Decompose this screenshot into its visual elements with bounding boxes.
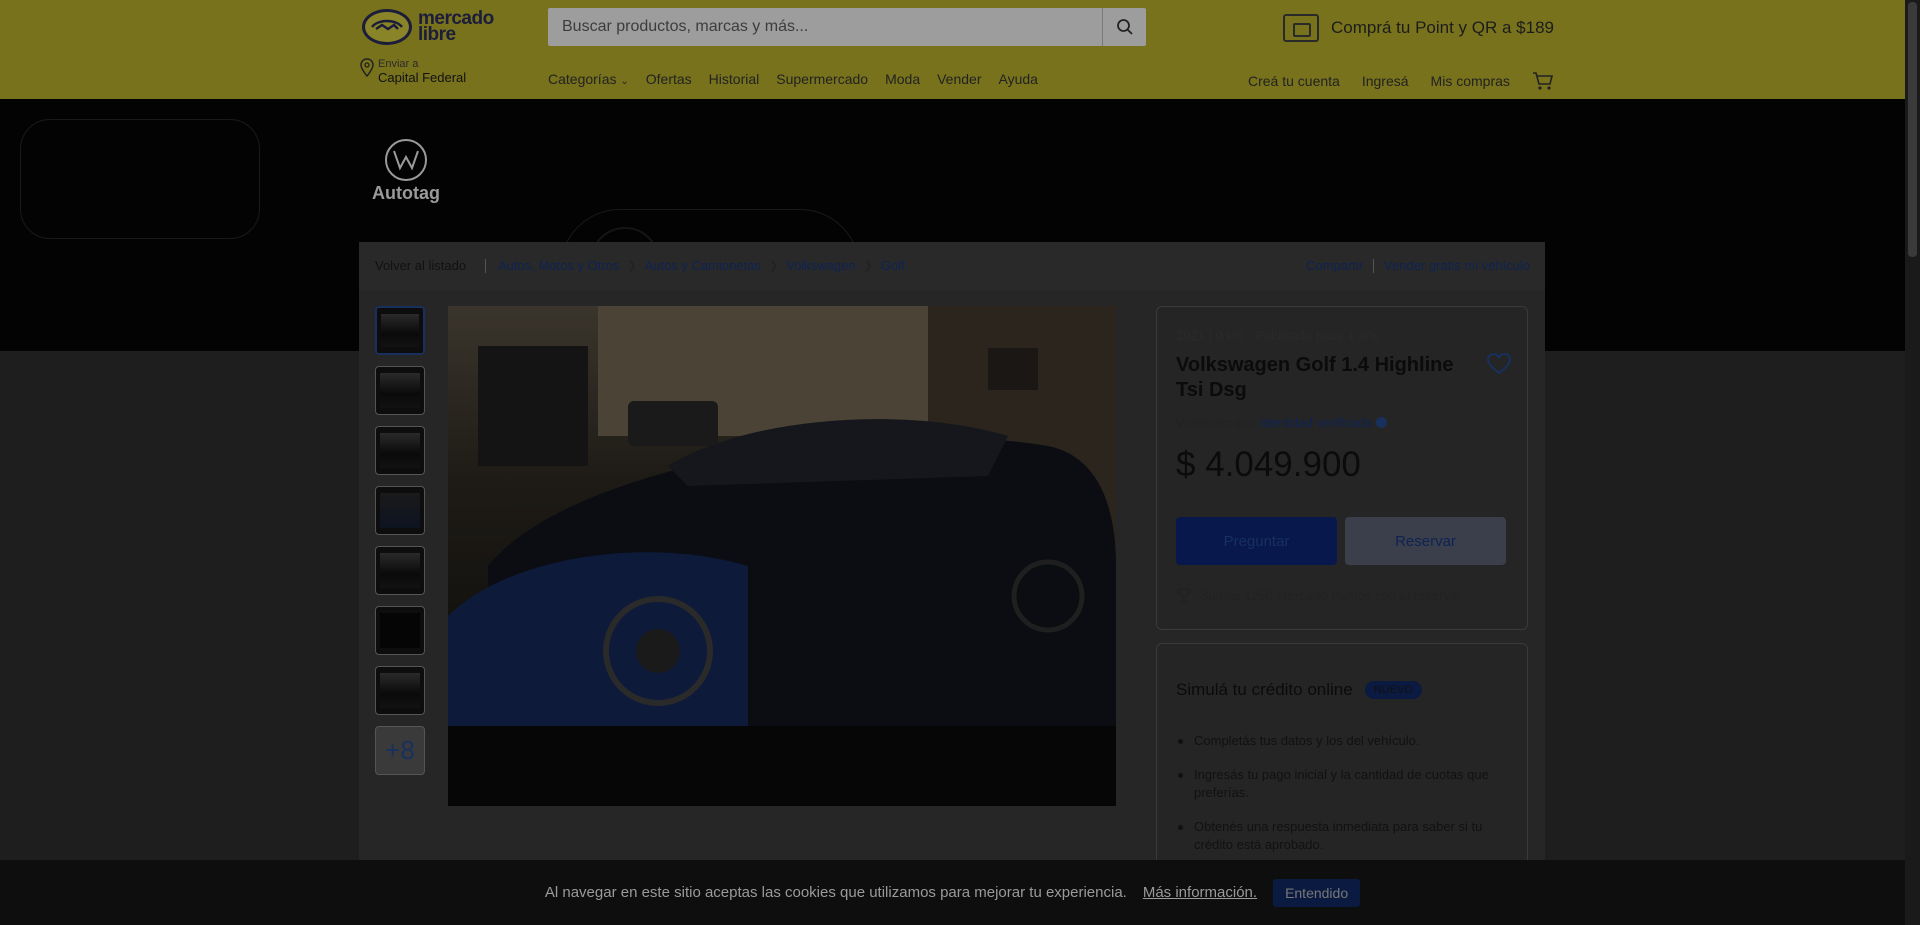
nav-ofertas[interactable]: Ofertas	[646, 71, 692, 87]
sell-vehicle-link[interactable]: Vender gratis mi vehículo	[1384, 258, 1530, 273]
verified-check-icon	[1376, 417, 1388, 428]
product-panel: 2021 | 0 km · Publicado hace 1 año Volks…	[1156, 306, 1528, 630]
thumbnail[interactable]	[375, 366, 425, 415]
search-button[interactable]	[1102, 8, 1146, 46]
cookie-more-info-link[interactable]: Más información.	[1143, 884, 1257, 901]
cookie-banner: Al navegar en este sitio aceptas las coo…	[0, 860, 1905, 925]
list-item: Completás tus datos y los del vehículo.	[1176, 732, 1496, 750]
breadcrumb-item[interactable]: Golf	[881, 258, 905, 273]
my-purchases-link[interactable]: Mis compras	[1431, 73, 1510, 89]
share-links: Compartir Vender gratis mi vehículo	[1306, 258, 1530, 273]
nav-supermercado[interactable]: Supermercado	[776, 71, 868, 87]
vendor-prefix: Vendedor con	[1176, 415, 1257, 430]
credit-steps: Completás tus datos y los del vehículo. …	[1176, 732, 1496, 870]
favorite-button[interactable]	[1486, 352, 1512, 380]
location-value: Capital Federal	[378, 70, 467, 85]
thumbnail[interactable]	[375, 306, 425, 355]
hero-decoration	[20, 119, 260, 239]
main-photo[interactable]	[448, 306, 1116, 806]
nav-vender[interactable]: Vender	[937, 71, 981, 87]
search-icon	[1116, 19, 1133, 35]
vw-logo-icon	[384, 139, 427, 181]
listing-container: Volver al listado Autos, Motos y Otros ❯…	[359, 242, 1545, 925]
cookie-accept-button[interactable]: Entendido	[1273, 878, 1361, 907]
reserve-button[interactable]: Reservar	[1345, 517, 1506, 565]
thumbnail[interactable]	[375, 666, 425, 715]
nav-moda[interactable]: Moda	[885, 71, 920, 87]
nav-categorias[interactable]: Categorías ⌄	[548, 71, 629, 87]
search-input[interactable]	[548, 8, 1102, 46]
divider	[1373, 258, 1375, 273]
chevron-right-icon: ❯	[768, 260, 779, 272]
breadcrumb-bar: Volver al listado Autos, Motos y Otros ❯…	[359, 242, 1545, 290]
car-photo	[448, 306, 1116, 806]
breadcrumb-item[interactable]: Autos y Camionetas	[645, 258, 761, 273]
location-label: Enviar a	[378, 58, 419, 70]
location-pin-icon	[360, 58, 374, 78]
mercadolibre-logo[interactable]: mercado libre	[362, 9, 500, 45]
credit-title: Simulá tu crédito online	[1176, 680, 1353, 699]
shipping-location[interactable]: Enviar a Capital Federal	[360, 58, 466, 85]
logo-text: mercado libre	[418, 8, 494, 45]
trophy-icon	[1176, 588, 1192, 602]
listing-year: 2021	[1176, 328, 1205, 343]
list-item: Ingresás tu pago inicial y la cantidad d…	[1176, 766, 1496, 802]
thumbnail-list: +8	[375, 306, 425, 775]
chevron-right-icon: ❯	[627, 260, 637, 272]
breadcrumb: Autos, Motos y Otros ❯ Autos y Camioneta…	[485, 258, 905, 273]
nav-historial[interactable]: Historial	[709, 71, 760, 87]
cart-icon[interactable]	[1532, 71, 1554, 91]
ask-button[interactable]: Preguntar	[1176, 517, 1337, 565]
point-device-icon	[1283, 14, 1319, 42]
thumbnail[interactable]	[375, 546, 425, 595]
chevron-down-icon: ⌄	[620, 76, 629, 87]
account-nav: Creá tu cuenta Ingresá Mis compras	[1248, 71, 1554, 91]
points-text: Sumás 1250 Mercado Puntos con tu reserva…	[1200, 587, 1461, 603]
store-name: Autotag	[372, 183, 440, 203]
breadcrumb-item[interactable]: Autos, Motos y Otros	[498, 258, 619, 273]
thumbnail[interactable]	[375, 486, 425, 535]
site-header: mercado libre Comprá tu Point y QR a $18…	[0, 0, 1905, 99]
search-bar	[548, 8, 1146, 46]
handshake-icon	[362, 9, 412, 45]
product-title: Volkswagen Golf 1.4 Highline Tsi Dsg	[1176, 354, 1454, 401]
listing-meta: 2021 | 0 km · Publicado hace 1 año	[1176, 328, 1381, 343]
verified-identity-link[interactable]: identidad verificada	[1260, 415, 1372, 430]
thumbnail[interactable]	[375, 426, 425, 475]
login-link[interactable]: Ingresá	[1362, 73, 1409, 89]
page-scrollbar[interactable]	[1905, 0, 1920, 925]
store-brand[interactable]: Autotag	[372, 139, 440, 204]
main-nav: Categorías ⌄ Ofertas Historial Supermerc…	[548, 71, 1038, 87]
share-link[interactable]: Compartir	[1306, 258, 1363, 273]
thumbnail[interactable]	[375, 606, 425, 655]
heart-icon	[1486, 352, 1512, 375]
breadcrumb-item[interactable]: Volkswagen	[786, 258, 855, 273]
credit-title-row: Simulá tu crédito online NUEVO	[1176, 680, 1422, 700]
list-item: Obtenés una respuesta inmediata para sab…	[1176, 818, 1496, 854]
more-photos-thumbnail[interactable]: +8	[375, 726, 425, 775]
chevron-right-icon: ❯	[863, 260, 873, 272]
cookie-text: Al navegar en este sitio aceptas las coo…	[544, 884, 1127, 901]
listing-km: 0 km	[1215, 328, 1244, 343]
create-account-link[interactable]: Creá tu cuenta	[1248, 73, 1340, 89]
new-badge: NUEVO	[1364, 681, 1422, 699]
price: $ 4.049.900	[1176, 445, 1361, 484]
nav-ayuda[interactable]: Ayuda	[998, 71, 1037, 87]
points-info: Sumás 1250 Mercado Puntos con tu reserva…	[1176, 587, 1461, 603]
promo-banner[interactable]: Comprá tu Point y QR a $189	[1283, 14, 1554, 42]
back-to-list-link[interactable]: Volver al listado	[375, 258, 466, 273]
promo-text: Comprá tu Point y QR a $189	[1331, 18, 1555, 37]
listing-published: Publicado hace 1 año	[1255, 328, 1381, 343]
vendor-info: Vendedor con identidad verificada	[1176, 415, 1388, 430]
scrollbar-thumb[interactable]	[1908, 2, 1917, 257]
divider	[485, 258, 486, 273]
